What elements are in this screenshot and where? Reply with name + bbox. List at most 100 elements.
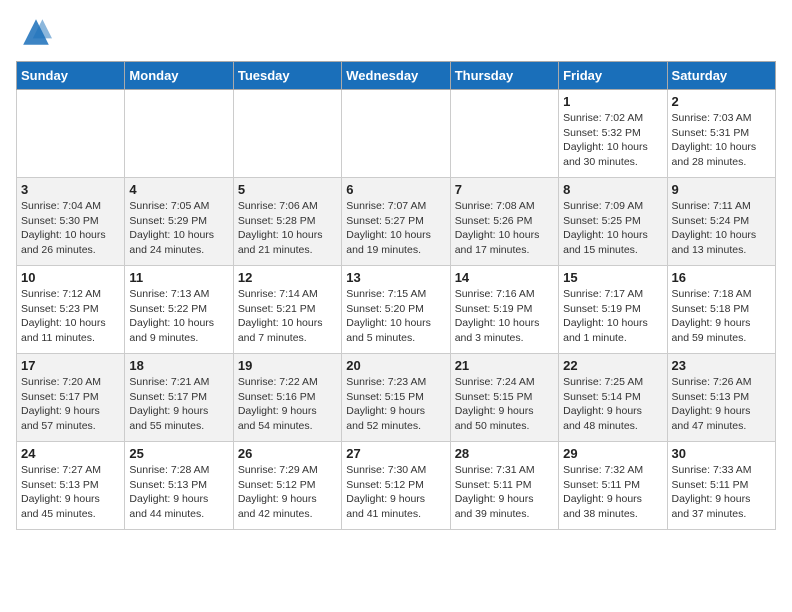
- day-number: 23: [672, 358, 771, 373]
- day-info: Sunrise: 7:02 AM Sunset: 5:32 PM Dayligh…: [563, 111, 662, 170]
- day-number: 6: [346, 182, 445, 197]
- calendar-cell: 22 Sunrise: 7:25 AM Sunset: 5:14 PM Dayli…: [559, 354, 667, 442]
- day-info: Sunrise: 7:30 AM Sunset: 5:12 PM Dayligh…: [346, 463, 445, 522]
- day-header-monday: Monday: [125, 62, 233, 90]
- day-number: 10: [21, 270, 120, 285]
- day-number: 8: [563, 182, 662, 197]
- calendar-cell: 13 Sunrise: 7:15 AM Sunset: 5:20 PM Dayli…: [342, 266, 450, 354]
- day-info: Sunrise: 7:31 AM Sunset: 5:11 PM Dayligh…: [455, 463, 554, 522]
- calendar-cell: 15 Sunrise: 7:17 AM Sunset: 5:19 PM Dayli…: [559, 266, 667, 354]
- day-header-sunday: Sunday: [17, 62, 125, 90]
- day-info: Sunrise: 7:07 AM Sunset: 5:27 PM Dayligh…: [346, 199, 445, 258]
- day-info: Sunrise: 7:27 AM Sunset: 5:13 PM Dayligh…: [21, 463, 120, 522]
- day-info: Sunrise: 7:32 AM Sunset: 5:11 PM Dayligh…: [563, 463, 662, 522]
- day-number: 3: [21, 182, 120, 197]
- day-number: 27: [346, 446, 445, 461]
- day-number: 7: [455, 182, 554, 197]
- day-number: 17: [21, 358, 120, 373]
- calendar-cell: 28 Sunrise: 7:31 AM Sunset: 5:11 PM Dayli…: [450, 442, 558, 530]
- calendar-cell: 7Sunrise: 7:08 AM Sunset: 5:26 PM Daylig…: [450, 178, 558, 266]
- day-header-thursday: Thursday: [450, 62, 558, 90]
- day-number: 11: [129, 270, 228, 285]
- calendar-cell: 3Sunrise: 7:04 AM Sunset: 5:30 PM Daylig…: [17, 178, 125, 266]
- day-number: 14: [455, 270, 554, 285]
- day-number: 26: [238, 446, 337, 461]
- calendar-cell: 8 Sunrise: 7:09 AM Sunset: 5:25 PM Daylig…: [559, 178, 667, 266]
- calendar-cell: 26 Sunrise: 7:29 AM Sunset: 5:12 PM Dayli…: [233, 442, 341, 530]
- calendar-cell: 20 Sunrise: 7:23 AM Sunset: 5:15 PM Dayli…: [342, 354, 450, 442]
- day-header-wednesday: Wednesday: [342, 62, 450, 90]
- day-number: 28: [455, 446, 554, 461]
- day-header-friday: Friday: [559, 62, 667, 90]
- calendar-week-2: 3Sunrise: 7:04 AM Sunset: 5:30 PM Daylig…: [17, 178, 776, 266]
- day-info: Sunrise: 7:09 AM Sunset: 5:25 PM Dayligh…: [563, 199, 662, 258]
- day-info: Sunrise: 7:20 AM Sunset: 5:17 PM Dayligh…: [21, 375, 120, 434]
- day-number: 2: [672, 94, 771, 109]
- day-info: Sunrise: 7:14 AM Sunset: 5:21 PM Dayligh…: [238, 287, 337, 346]
- calendar-cell: 6 Sunrise: 7:07 AM Sunset: 5:27 PM Daylig…: [342, 178, 450, 266]
- day-info: Sunrise: 7:29 AM Sunset: 5:12 PM Dayligh…: [238, 463, 337, 522]
- calendar-cell: 25 Sunrise: 7:28 AM Sunset: 5:13 PM Dayli…: [125, 442, 233, 530]
- calendar-cell: [125, 90, 233, 178]
- calendar-cell: 16Sunrise: 7:18 AM Sunset: 5:18 PM Dayli…: [667, 266, 775, 354]
- calendar-cell: 11 Sunrise: 7:13 AM Sunset: 5:22 PM Dayli…: [125, 266, 233, 354]
- logo: [16, 16, 56, 53]
- day-number: 24: [21, 446, 120, 461]
- calendar-cell: 5Sunrise: 7:06 AM Sunset: 5:28 PM Daylig…: [233, 178, 341, 266]
- calendar-cell: 9 Sunrise: 7:11 AM Sunset: 5:24 PM Daylig…: [667, 178, 775, 266]
- calendar-cell: 2 Sunrise: 7:03 AM Sunset: 5:31 PM Daylig…: [667, 90, 775, 178]
- calendar-cell: 29 Sunrise: 7:32 AM Sunset: 5:11 PM Dayli…: [559, 442, 667, 530]
- day-info: Sunrise: 7:03 AM Sunset: 5:31 PM Dayligh…: [672, 111, 771, 170]
- page-header: [16, 16, 776, 53]
- calendar-cell: 19Sunrise: 7:22 AM Sunset: 5:16 PM Dayli…: [233, 354, 341, 442]
- calendar-table: SundayMondayTuesdayWednesdayThursdayFrid…: [16, 61, 776, 530]
- day-info: Sunrise: 7:17 AM Sunset: 5:19 PM Dayligh…: [563, 287, 662, 346]
- calendar-week-3: 10 Sunrise: 7:12 AM Sunset: 5:23 PM Dayli…: [17, 266, 776, 354]
- day-number: 9: [672, 182, 771, 197]
- calendar-cell: 1 Sunrise: 7:02 AM Sunset: 5:32 PM Daylig…: [559, 90, 667, 178]
- day-info: Sunrise: 7:26 AM Sunset: 5:13 PM Dayligh…: [672, 375, 771, 434]
- calendar-cell: 12 Sunrise: 7:14 AM Sunset: 5:21 PM Dayli…: [233, 266, 341, 354]
- day-number: 13: [346, 270, 445, 285]
- day-number: 12: [238, 270, 337, 285]
- calendar-week-1: 1 Sunrise: 7:02 AM Sunset: 5:32 PM Daylig…: [17, 90, 776, 178]
- day-info: Sunrise: 7:33 AM Sunset: 5:11 PM Dayligh…: [672, 463, 771, 522]
- day-info: Sunrise: 7:28 AM Sunset: 5:13 PM Dayligh…: [129, 463, 228, 522]
- day-info: Sunrise: 7:13 AM Sunset: 5:22 PM Dayligh…: [129, 287, 228, 346]
- calendar-cell: [450, 90, 558, 178]
- calendar-header: SundayMondayTuesdayWednesdayThursdayFrid…: [17, 62, 776, 90]
- calendar-cell: 14 Sunrise: 7:16 AM Sunset: 5:19 PM Dayli…: [450, 266, 558, 354]
- calendar-cell: 27 Sunrise: 7:30 AM Sunset: 5:12 PM Dayli…: [342, 442, 450, 530]
- calendar-week-5: 24 Sunrise: 7:27 AM Sunset: 5:13 PM Dayli…: [17, 442, 776, 530]
- day-number: 15: [563, 270, 662, 285]
- day-number: 4: [129, 182, 228, 197]
- calendar-cell: [233, 90, 341, 178]
- day-info: Sunrise: 7:25 AM Sunset: 5:14 PM Dayligh…: [563, 375, 662, 434]
- day-number: 20: [346, 358, 445, 373]
- calendar-cell: 24 Sunrise: 7:27 AM Sunset: 5:13 PM Dayli…: [17, 442, 125, 530]
- logo-icon: [20, 16, 52, 48]
- day-number: 29: [563, 446, 662, 461]
- calendar-cell: 21 Sunrise: 7:24 AM Sunset: 5:15 PM Dayli…: [450, 354, 558, 442]
- calendar-cell: [342, 90, 450, 178]
- calendar-cell: 4 Sunrise: 7:05 AM Sunset: 5:29 PM Daylig…: [125, 178, 233, 266]
- calendar-cell: 30 Sunrise: 7:33 AM Sunset: 5:11 PM Dayli…: [667, 442, 775, 530]
- day-info: Sunrise: 7:12 AM Sunset: 5:23 PM Dayligh…: [21, 287, 120, 346]
- day-number: 18: [129, 358, 228, 373]
- day-info: Sunrise: 7:05 AM Sunset: 5:29 PM Dayligh…: [129, 199, 228, 258]
- day-info: Sunrise: 7:16 AM Sunset: 5:19 PM Dayligh…: [455, 287, 554, 346]
- day-info: Sunrise: 7:15 AM Sunset: 5:20 PM Dayligh…: [346, 287, 445, 346]
- day-info: Sunrise: 7:06 AM Sunset: 5:28 PM Dayligh…: [238, 199, 337, 258]
- day-info: Sunrise: 7:23 AM Sunset: 5:15 PM Dayligh…: [346, 375, 445, 434]
- calendar-cell: 18 Sunrise: 7:21 AM Sunset: 5:17 PM Dayli…: [125, 354, 233, 442]
- day-info: Sunrise: 7:21 AM Sunset: 5:17 PM Dayligh…: [129, 375, 228, 434]
- day-info: Sunrise: 7:11 AM Sunset: 5:24 PM Dayligh…: [672, 199, 771, 258]
- day-number: 22: [563, 358, 662, 373]
- calendar-week-4: 17 Sunrise: 7:20 AM Sunset: 5:17 PM Dayli…: [17, 354, 776, 442]
- day-number: 21: [455, 358, 554, 373]
- day-number: 1: [563, 94, 662, 109]
- day-info: Sunrise: 7:18 AM Sunset: 5:18 PM Dayligh…: [672, 287, 771, 346]
- day-number: 25: [129, 446, 228, 461]
- day-number: 30: [672, 446, 771, 461]
- day-info: Sunrise: 7:24 AM Sunset: 5:15 PM Dayligh…: [455, 375, 554, 434]
